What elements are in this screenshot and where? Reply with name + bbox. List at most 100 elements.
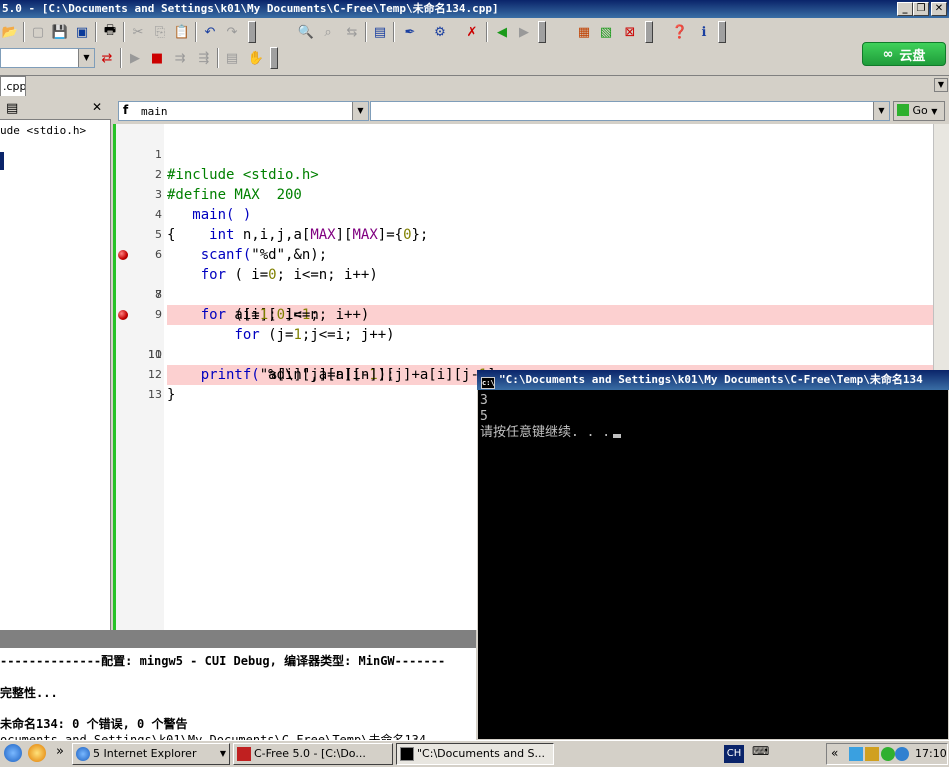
console-line: 3 — [480, 393, 488, 408]
yunpan-button[interactable]: ∞ 云盘 — [862, 42, 946, 66]
console-line: 5 — [480, 409, 488, 424]
hand-icon[interactable]: ✋ — [246, 48, 266, 68]
taskbar-button-ie[interactable]: 5 Internet Explorer ▼ — [72, 743, 230, 765]
code-line[interactable]: 8 for (i=1; i<=n; i++) — [113, 265, 933, 323]
back-arrow-icon[interactable]: ◀ — [492, 22, 512, 42]
go-icon — [897, 104, 909, 116]
maximize-button[interactable]: ❐ — [913, 2, 929, 16]
copy-icon[interactable]: ⎘ — [150, 22, 170, 42]
console-title-bar[interactable]: c:\ "C:\Documents and Settings\k01\My Doc… — [477, 370, 949, 390]
output-line: 完整性... — [0, 686, 58, 700]
file-tab[interactable]: .cpp — [0, 76, 26, 96]
tray-overflow-button[interactable]: « — [831, 746, 838, 760]
window-title-bar[interactable]: 5.0 - [C:\Documents and Settings\k01\My … — [0, 0, 949, 18]
console-title: "C:\Documents and Settings\k01\My Docume… — [499, 373, 923, 386]
class-view-panel — [0, 98, 111, 630]
find-icon[interactable]: 🔍 — [296, 22, 316, 42]
toolbar-gripper[interactable] — [248, 21, 256, 43]
bookmark-next-icon[interactable]: ▧ — [596, 22, 616, 42]
print-icon[interactable]: 🖶 — [100, 22, 120, 42]
help-icon[interactable]: ❓ — [670, 22, 690, 42]
output-line: 未命名134: 0 个错误, 0 个警告 — [0, 717, 188, 731]
breakpoint-icon[interactable] — [118, 250, 128, 260]
yunpan-label: 云盘 — [899, 48, 926, 64]
quicklaunch-icon[interactable] — [28, 744, 46, 762]
cfree-icon — [237, 747, 251, 761]
toolbar-gripper[interactable] — [270, 47, 278, 69]
toolbar-separator — [393, 22, 395, 42]
new-file-icon[interactable]: ▢ — [28, 22, 48, 42]
toolbar-separator — [365, 22, 367, 42]
config-icon[interactable]: ⇄ — [97, 48, 117, 68]
toolbar-gripper[interactable] — [718, 21, 726, 43]
include-tree-item[interactable]: ude <stdio.h> — [0, 124, 86, 137]
code-line[interactable]: 11 printf("%d\n",a[n][n]); — [113, 325, 933, 383]
class-view-icon[interactable]: ▤ — [6, 101, 18, 116]
code-line[interactable]: 5 scanf("%d",&n); — [113, 205, 933, 263]
build-config-select[interactable]: ▼ — [0, 48, 95, 68]
step-into-icon[interactable]: ⇶ — [194, 48, 214, 68]
stop-build-icon[interactable]: ✗ — [462, 22, 482, 42]
code-line-breakpoint[interactable]: 7 a[i][0]=1; — [113, 245, 933, 325]
redo-icon[interactable]: ↷ — [222, 22, 242, 42]
function-select[interactable]: f main ▼ — [118, 101, 369, 121]
save-icon[interactable]: 💾 — [50, 22, 70, 42]
ie-quicklaunch-icon[interactable] — [4, 744, 22, 762]
close-button[interactable]: ✕ — [931, 2, 947, 16]
go-button[interactable]: Go ▼ — [893, 101, 945, 121]
chevron-down-icon[interactable]: ▼ — [873, 102, 889, 120]
code-line[interactable]: 4 { int n,i,j,a[MAX][MAX]={0}; — [113, 185, 933, 243]
tray-app-icon[interactable] — [895, 747, 909, 761]
stop-icon[interactable]: ■ — [147, 48, 167, 68]
info-icon[interactable]: ℹ — [694, 22, 714, 42]
forward-arrow-icon[interactable]: ▶ — [514, 22, 534, 42]
code-line[interactable]: 2 #define MAX 200 — [113, 145, 933, 203]
tray-app-icon[interactable] — [849, 747, 863, 761]
input-method-icon[interactable]: ⌨ — [752, 744, 769, 758]
minimize-button[interactable]: _ — [897, 2, 913, 16]
code-line[interactable]: 3 main( ) — [113, 165, 933, 223]
toolbar-separator — [95, 22, 97, 42]
toolbar-gripper[interactable] — [645, 21, 653, 43]
tray-app-icon[interactable] — [881, 747, 895, 761]
toolbar-separator — [120, 48, 122, 68]
cut-icon[interactable]: ✂ — [128, 22, 148, 42]
code-line[interactable]: 6 for ( i=0; i<=n; i++) — [113, 225, 933, 283]
code-line[interactable]: 12 } — [113, 345, 933, 403]
breakpoint-icon[interactable] — [118, 310, 128, 320]
clock[interactable]: 17:10 — [915, 747, 947, 760]
build-output-panel[interactable]: --------------配置: mingw5 - CUI Debug, 编译… — [0, 648, 476, 741]
language-indicator[interactable]: CH — [724, 745, 744, 763]
paste-icon[interactable]: 📋 — [172, 22, 192, 42]
code-line[interactable]: 1 #include <stdio.h> — [113, 125, 933, 183]
toolbar-separator — [123, 22, 125, 42]
chevron-down-icon[interactable]: ▼ — [352, 102, 368, 120]
console-output[interactable]: 3 5 请按任意键继续. . . — [480, 393, 946, 737]
save-all-icon[interactable]: ▣ — [72, 22, 92, 42]
taskbar-button-cfree[interactable]: C-Free 5.0 - [C:\Do... — [233, 743, 393, 765]
taskbar-button-console[interactable]: "C:\Documents and S... — [396, 743, 554, 765]
compile-icon[interactable]: ✒ — [400, 22, 420, 42]
code-line-breakpoint[interactable]: 10 a[i][j]=a[i-1][j]+a[i][j-1]; — [113, 305, 933, 385]
goto-line-icon[interactable]: ▤ — [370, 22, 390, 42]
tab-list-button[interactable]: ▼ — [934, 78, 948, 92]
replace-icon[interactable]: ⇆ — [342, 22, 362, 42]
shield-icon[interactable] — [865, 747, 879, 761]
step-over-icon[interactable]: ⇉ — [170, 48, 190, 68]
chevron-down-icon[interactable]: ▼ — [78, 49, 94, 67]
run-icon[interactable]: ▶ — [125, 48, 145, 68]
bookmark-icon[interactable]: ▦ — [574, 22, 594, 42]
bookmark-clear-icon[interactable]: ⊠ — [620, 22, 640, 42]
toolbar-gripper[interactable] — [538, 21, 546, 43]
quicklaunch-overflow-button[interactable]: » — [56, 744, 64, 759]
build-icon[interactable]: ⚙ — [430, 22, 450, 42]
watch-icon[interactable]: ▤ — [222, 48, 242, 68]
close-panel-icon[interactable]: ✕ — [92, 100, 102, 114]
undo-icon[interactable]: ↶ — [200, 22, 220, 42]
symbol-select[interactable]: ▼ — [370, 101, 890, 121]
main-toolbar: 📂 ▢ 💾 ▣ 🖶 ✂ ⎘ 📋 ↶ ↷ 🔍 ⌕ ⇆ ▤ ✒ ⚙ ✗ ◀ ▶ ▦ … — [0, 19, 949, 45]
find-next-icon[interactable]: ⌕ — [318, 22, 338, 42]
code-line[interactable]: 9 for (j=1;j<=i; j++) — [113, 285, 933, 343]
open-icon[interactable]: 📂 — [0, 22, 20, 42]
output-panel-header[interactable] — [0, 630, 476, 648]
